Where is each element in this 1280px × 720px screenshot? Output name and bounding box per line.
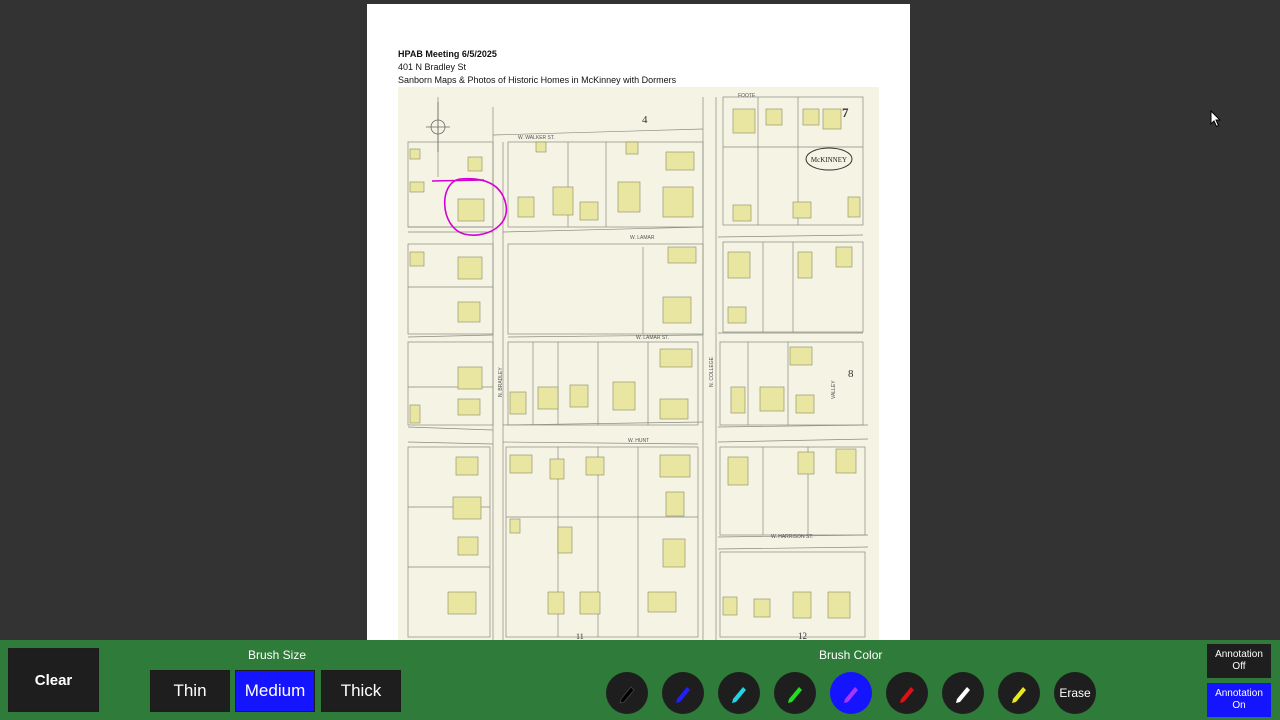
- street-label-walker: W. WALKER ST.: [518, 135, 555, 141]
- sheet-number-7: 7: [842, 105, 849, 120]
- brush-color-label: Brush Color: [819, 648, 883, 662]
- color-purple-button[interactable]: [830, 672, 872, 714]
- pen-icon: [956, 687, 970, 703]
- annotation-on-state: On: [1232, 700, 1246, 711]
- color-black-button[interactable]: [606, 672, 648, 714]
- color-white-button[interactable]: [942, 672, 984, 714]
- annotation-off-label: Annotation: [1215, 649, 1263, 660]
- sheet-number-4: 4: [642, 114, 648, 126]
- page-title: HPAB Meeting 6/5/2025: [398, 49, 497, 59]
- sheet-number-11: 11: [576, 632, 584, 640]
- sanborn-map[interactable]: 4 7 8 11 12 W. WALKER ST. W. LAMAR W. LA…: [398, 87, 879, 640]
- document-viewer: HPAB Meeting 6/5/2025 401 N Bradley St S…: [0, 0, 1280, 640]
- erase-button[interactable]: Erase: [1054, 672, 1096, 714]
- annotation-off-state: Off: [1232, 661, 1246, 672]
- street-label-bradley: N. BRADLEY: [498, 367, 504, 397]
- mckinney-seal: McKINNEY: [805, 147, 853, 171]
- color-red-button[interactable]: [886, 672, 928, 714]
- street-label-lamar-st: W. LAMAR ST.: [636, 335, 669, 341]
- brush-size-thin-button[interactable]: Thin: [150, 670, 230, 712]
- sanborn-map-drawing: 4 7 8 11 12 W. WALKER ST. W. LAMAR W. LA…: [407, 93, 869, 640]
- seal-text: McKINNEY: [811, 156, 847, 164]
- color-yellow-button[interactable]: [998, 672, 1040, 714]
- color-blue-button[interactable]: [662, 672, 704, 714]
- street-label-foote: FOOTE: [738, 93, 756, 99]
- pen-icon: [844, 687, 858, 703]
- document-page: HPAB Meeting 6/5/2025 401 N Bradley St S…: [367, 4, 910, 640]
- pen-icon: [1012, 687, 1026, 703]
- annotation-on-label: Annotation: [1215, 688, 1263, 699]
- mouse-cursor-icon: [1210, 110, 1222, 128]
- brush-size-medium-button[interactable]: Medium: [235, 670, 315, 712]
- annotation-off-button[interactable]: Annotation Off: [1207, 644, 1271, 678]
- color-cyan-button[interactable]: [718, 672, 760, 714]
- street-label-lamar: W. LAMAR: [630, 235, 655, 241]
- page-address: 401 N Bradley St: [398, 62, 467, 72]
- street-label-valley: VALLEY: [831, 380, 837, 399]
- pen-icon: [619, 686, 635, 704]
- pen-icon: [732, 687, 746, 703]
- street-label-college: N. COLLEGE: [709, 356, 715, 387]
- sheet-number-12: 12: [798, 631, 807, 640]
- color-green-button[interactable]: [774, 672, 816, 714]
- annotation-on-button[interactable]: Annotation On: [1207, 683, 1271, 717]
- sheet-number-8: 8: [848, 368, 854, 380]
- pen-icon: [788, 687, 802, 703]
- clear-button[interactable]: Clear: [8, 648, 99, 712]
- page-subtitle: Sanborn Maps & Photos of Historic Homes …: [398, 75, 677, 85]
- brush-size-thick-button[interactable]: Thick: [321, 670, 401, 712]
- brush-size-label: Brush Size: [248, 648, 307, 662]
- annotation-toolbar: Clear Brush Size Thin Medium Thick Brush…: [0, 640, 1280, 720]
- street-label-harrison: W. HARRISON ST.: [771, 534, 813, 540]
- street-label-hunt: W. HUNT: [628, 438, 649, 444]
- pen-icon: [900, 687, 914, 703]
- pen-icon: [676, 687, 690, 703]
